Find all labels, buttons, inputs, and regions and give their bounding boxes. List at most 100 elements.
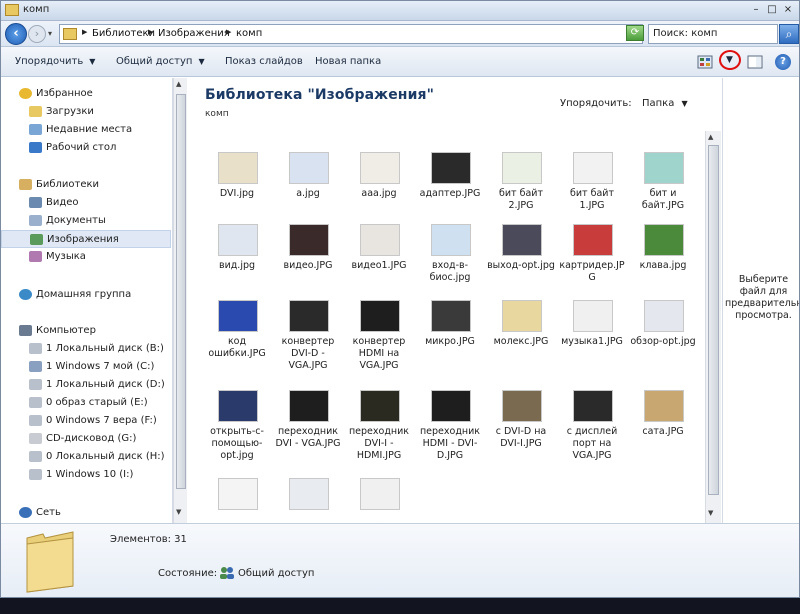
- file-name: переходник DVI-I - HDMI.JPG: [348, 426, 410, 461]
- image-thumbnail: [644, 390, 684, 422]
- breadcrumb-komp[interactable]: комп: [236, 28, 262, 39]
- file-item[interactable]: молекс.JPG: [487, 300, 555, 380]
- file-item[interactable]: переходник DVI - VGA.JPG: [274, 390, 342, 470]
- file-item[interactable]: клава.jpg: [629, 224, 697, 304]
- file-item[interactable]: aaa.jpg: [345, 152, 413, 232]
- file-item[interactable]: видео1.JPG: [345, 224, 413, 304]
- forward-button[interactable]: ›: [28, 25, 46, 43]
- back-button[interactable]: ‹: [5, 23, 27, 45]
- sidebar-item[interactable]: 0 образ старый (E:): [1, 394, 171, 412]
- file-item[interactable]: бит и байт.JPG: [629, 152, 697, 232]
- file-item[interactable]: код ошибки.JPG: [203, 300, 271, 380]
- share-button[interactable]: Общий доступ ▼: [116, 56, 205, 67]
- file-item[interactable]: конвертер DVI-D - VGA.JPG: [274, 300, 342, 380]
- close-button[interactable]: ×: [781, 3, 795, 17]
- file-name: бит байт 2.JPG: [499, 188, 543, 211]
- image-thumbnail: [360, 390, 400, 422]
- file-item[interactable]: обзор-opt.jpg: [629, 300, 697, 380]
- sidebar-item[interactable]: Домашняя группа: [1, 286, 171, 304]
- sidebar-item-label: Загрузки: [46, 106, 94, 117]
- file-item[interactable]: переходник DVI-I - HDMI.JPG: [345, 390, 413, 470]
- sidebar-item[interactable]: 0 Windows 7 вера (F:): [1, 412, 171, 430]
- sidebar-item-label: 1 Windows 7 мой (C:): [46, 361, 155, 372]
- scroll-down-icon[interactable]: ▼: [176, 508, 181, 516]
- file-item[interactable]: бит байт 1.JPG: [558, 152, 626, 232]
- sidebar-item[interactable]: 1 Windows 10 (I:): [1, 466, 171, 484]
- sidebar-scrollbar[interactable]: ▲ ▼: [173, 78, 187, 523]
- arrange-by-dropdown[interactable]: Папка ▼: [642, 98, 688, 109]
- file-item[interactable]: выход-opt.jpg: [487, 224, 555, 304]
- file-name: конвертер HDMI на VGA.JPG: [352, 336, 406, 371]
- file-item[interactable]: a.jpg: [274, 152, 342, 232]
- scroll-up-icon[interactable]: ▲: [708, 133, 713, 141]
- sidebar-item-label: 1 Локальный диск (B:): [46, 343, 164, 354]
- file-item[interactable]: микро.JPG: [416, 300, 484, 380]
- file-item[interactable]: музыка1.JPG: [558, 300, 626, 380]
- image-thumbnail: [218, 478, 258, 510]
- minimize-button[interactable]: –: [749, 3, 763, 17]
- organize-button[interactable]: Упорядочить ▼: [15, 56, 95, 67]
- sidebar-item[interactable]: Видео: [1, 194, 171, 212]
- breadcrumb-libraries[interactable]: Библиотеки: [92, 28, 155, 39]
- sidebar-item[interactable]: Музыка: [1, 248, 171, 266]
- file-item[interactable]: конвертер HDMI на VGA.JPG: [345, 300, 413, 380]
- search-icon[interactable]: ⌕: [779, 24, 799, 44]
- scroll-thumb[interactable]: [176, 94, 186, 489]
- sidebar-item[interactable]: Загрузки: [1, 103, 171, 121]
- scroll-up-icon[interactable]: ▲: [176, 80, 181, 88]
- chevron-right-icon[interactable]: ▶: [148, 28, 153, 36]
- content-pane: Библиотека "Изображения" комп Упорядочит…: [188, 78, 722, 523]
- file-item[interactable]: переходник HDMI - DVI-D.JPG: [416, 390, 484, 470]
- slideshow-button[interactable]: Показ слайдов: [225, 56, 303, 67]
- file-item[interactable]: адаптер.JPG: [416, 152, 484, 232]
- file-item[interactable]: сата.JPG: [629, 390, 697, 470]
- sidebar-item[interactable]: Недавние места: [1, 121, 171, 139]
- sidebar-item[interactable]: 1 Windows 7 мой (C:): [1, 358, 171, 376]
- image-thumbnail: [431, 224, 471, 256]
- file-item[interactable]: DVI.jpg: [203, 152, 271, 232]
- view-options-dropdown[interactable]: ▼: [726, 55, 733, 65]
- file-name: видео1.JPG: [351, 260, 407, 271]
- sidebar-item[interactable]: Документы: [1, 212, 171, 230]
- sidebar-item[interactable]: Изображения: [1, 230, 171, 248]
- sidebar-item[interactable]: Библиотеки: [1, 176, 171, 194]
- new-folder-button[interactable]: Новая папка: [315, 56, 381, 67]
- file-item[interactable]: вход-в-биос.jpg: [416, 224, 484, 304]
- scroll-thumb[interactable]: [708, 145, 719, 495]
- content-scrollbar[interactable]: ▲ ▼: [705, 131, 721, 523]
- image-thumbnail: [360, 224, 400, 256]
- sidebar-item[interactable]: 0 Локальный диск (H:): [1, 448, 171, 466]
- sidebar-item[interactable]: Компьютер: [1, 322, 171, 340]
- sidebar-item[interactable]: Избранное: [1, 85, 171, 103]
- file-item[interactable]: с дисплей порт на VGA.JPG: [558, 390, 626, 470]
- change-view-icon[interactable]: [697, 55, 713, 69]
- refresh-button[interactable]: ⟳: [626, 25, 644, 41]
- maximize-button[interactable]: □: [765, 3, 779, 17]
- sidebar-item[interactable]: 1 Локальный диск (D:): [1, 376, 171, 394]
- file-item[interactable]: с DVI-D на DVI-I.JPG: [487, 390, 555, 470]
- title-bar[interactable]: комп – □ ×: [1, 1, 799, 21]
- image-thumbnail: [289, 224, 329, 256]
- preview-pane-icon[interactable]: [747, 55, 763, 69]
- file-item[interactable]: картридер.JPG: [558, 224, 626, 304]
- sidebar-item[interactable]: 1 Локальный диск (B:): [1, 340, 171, 358]
- image-thumbnail: [502, 390, 542, 422]
- sidebar-item[interactable]: CD-дисковод (G:): [1, 430, 171, 448]
- sidebar-item[interactable]: Сеть: [1, 504, 171, 522]
- recent-pages-dropdown[interactable]: ▾: [48, 29, 52, 38]
- state-label: Состояние:: [158, 568, 218, 579]
- file-item[interactable]: вид.jpg: [203, 224, 271, 304]
- search-input[interactable]: Поиск: комп: [648, 24, 778, 44]
- file-item[interactable]: видео.JPG: [274, 224, 342, 304]
- scroll-down-icon[interactable]: ▼: [708, 509, 713, 517]
- sidebar-item[interactable]: Рабочий стол: [1, 139, 171, 157]
- file-item[interactable]: открыть-с-помощью-opt.jpg: [203, 390, 271, 470]
- window-title: комп: [23, 4, 50, 15]
- address-bar[interactable]: ▶ Библиотеки ▶ Изображения ▶ комп ▾: [59, 24, 643, 44]
- breadcrumb-pictures[interactable]: Изображения: [158, 28, 230, 39]
- file-item[interactable]: бит байт 2.JPG: [487, 152, 555, 232]
- chevron-right-icon[interactable]: ▶: [82, 28, 87, 36]
- chevron-right-icon[interactable]: ▶: [226, 28, 231, 36]
- downloads-folder-icon: [29, 106, 42, 117]
- help-icon[interactable]: ?: [775, 54, 791, 70]
